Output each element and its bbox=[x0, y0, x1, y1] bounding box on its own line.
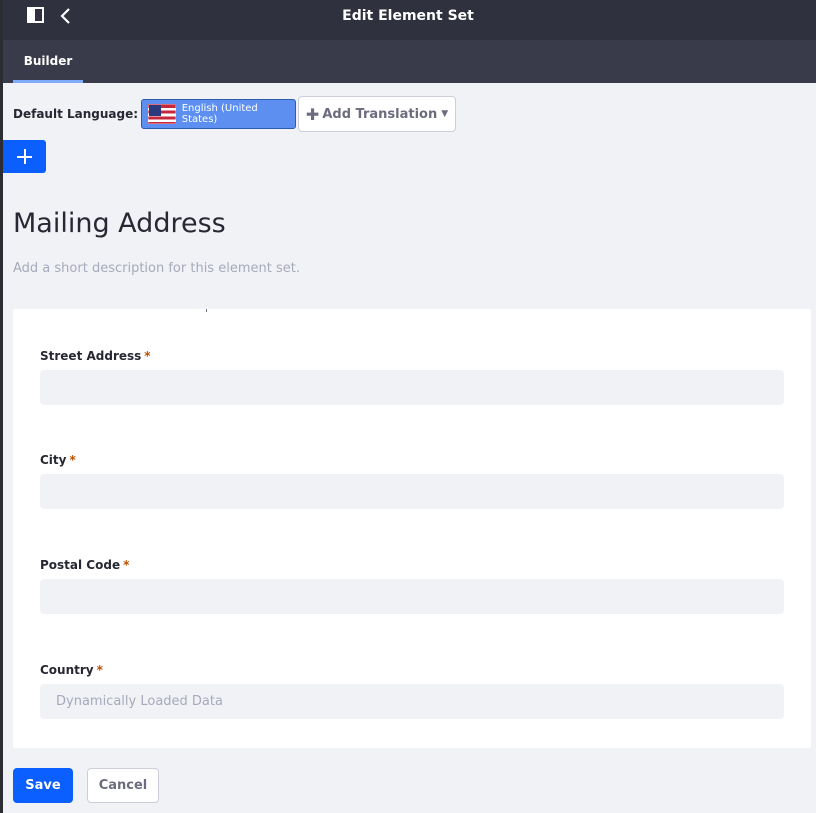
add-translation-button[interactable]: ✚ Add Translation ▼ bbox=[298, 96, 457, 132]
element-set-title[interactable]: Mailing Address bbox=[13, 208, 226, 239]
field-postal-code: Postal Code * bbox=[40, 558, 784, 614]
element-set-description[interactable]: Add a short description for this element… bbox=[13, 261, 300, 276]
tab-builder[interactable]: Builder bbox=[13, 40, 83, 83]
field-label: City * bbox=[40, 453, 76, 467]
tab-bar: Builder bbox=[0, 40, 816, 83]
language-selector-button[interactable]: English (United States) bbox=[141, 99, 297, 129]
field-street-address: Street Address * bbox=[40, 349, 784, 405]
default-language-label: Default Language: bbox=[13, 107, 139, 121]
field-label: Street Address * bbox=[40, 349, 151, 363]
form-card: Street Address * City * Postal Code * Count… bbox=[13, 309, 811, 748]
plus-icon: ✚ bbox=[305, 104, 320, 124]
caret-down-icon: ▼ bbox=[441, 109, 449, 119]
field-country: Country * bbox=[40, 663, 784, 719]
language-row: Default Language: English (United States… bbox=[13, 96, 457, 132]
postal-code-input[interactable] bbox=[40, 579, 784, 614]
scroll-marker bbox=[206, 309, 207, 312]
field-label: Postal Code * bbox=[40, 558, 130, 572]
add-element-button[interactable] bbox=[3, 140, 46, 173]
street-address-input[interactable] bbox=[40, 370, 784, 405]
left-edge-divider bbox=[0, 0, 3, 813]
page-title: Edit Element Set bbox=[342, 8, 474, 24]
top-bar: Edit Element Set bbox=[0, 0, 816, 40]
city-input[interactable] bbox=[40, 474, 784, 509]
cancel-button[interactable]: Cancel bbox=[87, 768, 159, 803]
field-label: Country * bbox=[40, 663, 103, 677]
add-translation-label: Add Translation bbox=[322, 106, 438, 122]
field-city: City * bbox=[40, 453, 784, 509]
save-button[interactable]: Save bbox=[13, 768, 73, 803]
current-language-label: English (United States) bbox=[181, 103, 258, 125]
country-input[interactable] bbox=[40, 684, 784, 719]
us-flag-icon bbox=[148, 104, 176, 124]
